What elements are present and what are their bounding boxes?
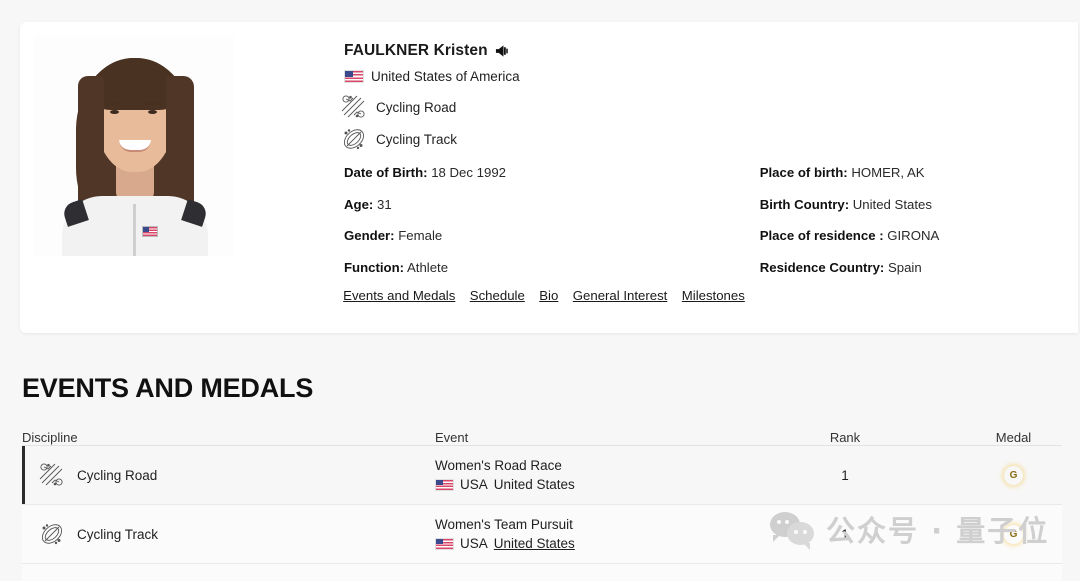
cell-medal: G — [965, 466, 1062, 485]
cycling-road-pictogram-icon — [341, 94, 367, 120]
discipline-cycling-road: Cycling Road — [341, 94, 1068, 120]
row-event-name: Women's Team Pursuit — [435, 517, 573, 532]
fact-label: Age: — [344, 196, 374, 212]
column-header-discipline: Discipline — [22, 430, 78, 445]
speaker-icon[interactable] — [495, 44, 510, 58]
discipline-label: Cycling Track — [376, 131, 458, 147]
fact-value: Athlete — [407, 259, 449, 275]
fact-label: Gender: — [344, 228, 395, 244]
facts-column-left: Date of Birth: 18 Dec 1992 Age: 31 Gende… — [344, 165, 760, 292]
cell-event: Women's Road Race USA United States — [435, 458, 725, 492]
row-discipline-label: Cycling Track — [77, 526, 159, 542]
fact-value: 31 — [376, 196, 392, 212]
cell-rank: 1 — [841, 467, 849, 483]
athlete-profile-card: FAULKNER Kristen United States of Americ… — [20, 22, 1078, 333]
column-header-medal: Medal — [995, 430, 1032, 445]
row-team-code: USA — [460, 536, 488, 551]
row-team-name-link[interactable]: United States — [494, 536, 575, 551]
table-row-partial — [22, 564, 1062, 581]
page-title: FAULKNER Kristen — [344, 42, 488, 59]
row-team: USA United States — [435, 536, 725, 551]
fact-value: United States — [852, 196, 932, 212]
fact-label: Date of Birth: — [344, 165, 428, 180]
events-and-medals-table: Discipline Event Rank Medal Cycling Road… — [22, 420, 1062, 581]
us-flag-icon — [435, 478, 454, 491]
nav-link-general-interest[interactable]: General Interest — [573, 288, 668, 303]
status-badge-gold-medal: G — [1004, 466, 1023, 485]
cell-medal: G — [965, 525, 1062, 544]
athlete-facts: Date of Birth: 18 Dec 1992 Age: 31 Gende… — [344, 165, 1068, 292]
fact-label: Birth Country: — [759, 196, 850, 212]
cycling-road-pictogram-icon — [39, 462, 65, 488]
fact-date-of-birth: Date of Birth: 18 Dec 1992 — [344, 165, 760, 181]
fact-place-of-birth: Place of birth: HOMER, AK — [759, 165, 1068, 181]
column-header-event: Event — [435, 430, 469, 445]
nav-link-bio[interactable]: Bio — [539, 288, 558, 303]
column-header-rank: Rank — [829, 430, 861, 445]
table-row[interactable]: Cycling Road Women's Road Race USA Unite… — [22, 446, 1062, 505]
fact-label: Place of birth: — [759, 165, 848, 180]
fact-label: Function: — [344, 259, 405, 275]
nav-link-schedule[interactable]: Schedule — [470, 288, 525, 303]
row-discipline-label: Cycling Road — [77, 467, 158, 483]
athlete-photo — [34, 36, 234, 256]
athlete-info: FAULKNER Kristen United States of Americ… — [325, 42, 1068, 292]
fact-age: Age: 31 — [344, 196, 760, 213]
athlete-name-row: FAULKNER Kristen — [344, 42, 1068, 60]
cell-discipline: Cycling Track — [22, 521, 435, 547]
athlete-country-label: United States of America — [371, 69, 520, 84]
row-team-code: USA — [460, 477, 488, 492]
cycling-track-pictogram-icon — [341, 126, 367, 152]
profile-nav-links: Events and Medals Schedule Bio General I… — [20, 287, 1068, 305]
fact-function: Function: Athlete — [344, 259, 760, 276]
fact-label: Residence Country: — [759, 259, 885, 275]
us-flag-icon — [344, 70, 364, 83]
fact-label: Place of residence : — [759, 228, 884, 244]
nav-link-events-and-medals[interactable]: Events and Medals — [343, 288, 455, 303]
facts-column-right: Place of birth: HOMER, AK Birth Country:… — [759, 165, 1068, 292]
discipline-cycling-track: Cycling Track — [341, 126, 1068, 152]
fact-gender: Gender: Female — [344, 228, 760, 244]
events-and-medals-heading: EVENTS AND MEDALS — [22, 373, 314, 403]
fact-place-of-residence: Place of residence : GIRONA — [759, 228, 1068, 244]
table-header-row: Discipline Event Rank Medal — [22, 420, 1062, 446]
fact-birth-country: Birth Country: United States — [759, 196, 1068, 213]
fact-value: HOMER, AK — [851, 165, 925, 180]
fact-value: Female — [398, 228, 443, 244]
row-event-name: Women's Road Race — [435, 458, 562, 473]
fact-residence-country: Residence Country: Spain — [759, 259, 1068, 276]
athlete-country-row: United States of America — [344, 69, 1068, 84]
fact-value: Spain — [887, 259, 922, 275]
athlete-portrait-image — [34, 36, 234, 256]
cell-rank: 1 — [841, 526, 849, 542]
row-team-name: United States — [493, 477, 575, 492]
cell-discipline: Cycling Road — [22, 462, 435, 488]
nav-link-milestones[interactable]: Milestones — [682, 288, 745, 303]
discipline-label: Cycling Road — [376, 99, 457, 115]
cell-event: Women's Team Pursuit USA United States — [435, 517, 725, 551]
status-badge-gold-medal: G — [1004, 525, 1023, 544]
fact-value: GIRONA — [887, 228, 940, 244]
cycling-track-pictogram-icon — [39, 521, 65, 547]
row-team: USA United States — [435, 477, 725, 492]
table-row[interactable]: Cycling Track Women's Team Pursuit USA U… — [22, 505, 1062, 564]
us-flag-icon — [435, 537, 454, 550]
fact-value: 18 Dec 1992 — [431, 165, 506, 180]
